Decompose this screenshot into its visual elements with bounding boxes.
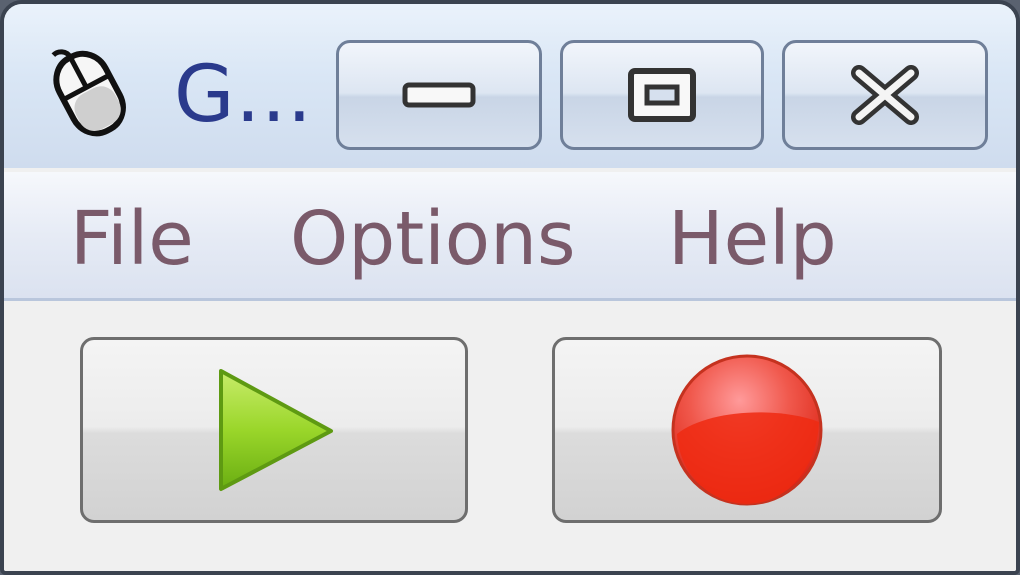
- record-button[interactable]: [552, 337, 942, 523]
- close-icon: [851, 65, 919, 125]
- app-window: G... File Options Help: [0, 0, 1020, 575]
- menu-bar: File Options Help: [4, 172, 1016, 301]
- menu-options[interactable]: Options: [290, 196, 576, 282]
- close-button[interactable]: [782, 40, 988, 150]
- menu-file[interactable]: File: [70, 196, 194, 282]
- minimize-button[interactable]: [336, 40, 542, 150]
- menu-help[interactable]: Help: [668, 196, 837, 282]
- record-icon: [671, 354, 823, 506]
- maximize-icon: [628, 68, 696, 122]
- maximize-button[interactable]: [560, 40, 764, 150]
- play-button[interactable]: [80, 337, 468, 523]
- title-bar[interactable]: G...: [4, 4, 1016, 168]
- play-icon: [219, 369, 333, 491]
- client-area: [4, 301, 1016, 571]
- window-title: G...: [174, 50, 313, 140]
- mouse-app-icon[interactable]: [44, 38, 140, 148]
- minimize-icon: [402, 82, 476, 108]
